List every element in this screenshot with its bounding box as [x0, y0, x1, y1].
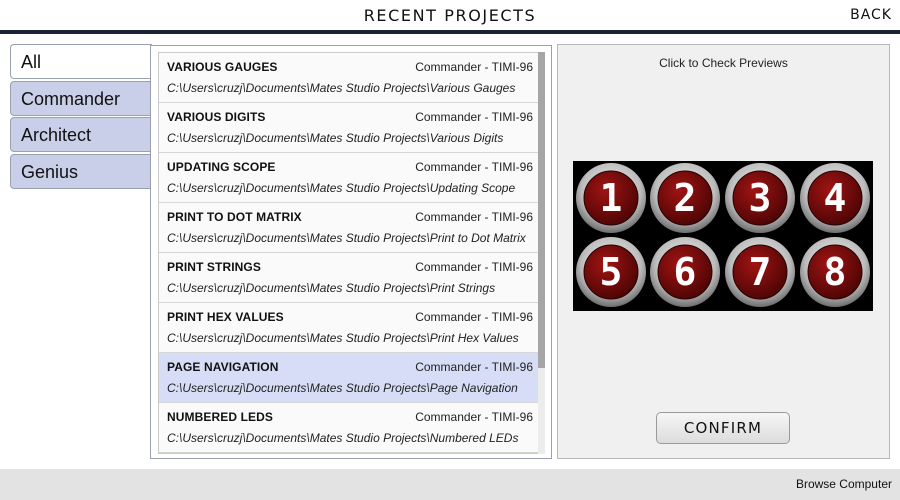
project-row[interactable]: PRINT STRINGS Commander - TIMI-96 C:\Use…	[159, 253, 538, 303]
project-preview-image[interactable]: 1 2 3 4 5 6 7 8	[573, 161, 873, 311]
tab-genius[interactable]: Genius	[10, 154, 151, 189]
project-row[interactable]: UPDATING SCOPE Commander - TIMI-96 C:\Us…	[159, 153, 538, 203]
project-title: PRINT HEX VALUES	[167, 310, 284, 324]
back-button[interactable]: BACK	[850, 7, 892, 23]
button-4-icon: 4	[800, 163, 870, 233]
project-title: UPDATING SCOPE	[167, 160, 276, 174]
project-device: Commander - TIMI-96	[415, 210, 533, 224]
tab-label: Genius	[21, 162, 79, 182]
button-number: 4	[824, 176, 847, 220]
project-path: C:\Users\cruzj\Documents\Mates Studio Pr…	[167, 181, 516, 195]
project-row-selected[interactable]: PAGE NAVIGATION Commander - TIMI-96 C:\U…	[159, 353, 538, 403]
button-number: 1	[600, 176, 623, 220]
project-path: C:\Users\cruzj\Documents\Mates Studio Pr…	[167, 281, 496, 295]
button-number: 6	[674, 250, 697, 294]
project-title: PRINT TO DOT MATRIX	[167, 210, 302, 224]
tab-all[interactable]: All	[10, 44, 152, 79]
tab-label: Architect	[21, 125, 92, 145]
project-title: VARIOUS DIGITS	[167, 110, 266, 124]
project-title: PRINT STRINGS	[167, 260, 261, 274]
tab-label: All	[21, 52, 42, 72]
recent-projects-screen: RECENT PROJECTS BACK All Commander Archi…	[0, 0, 900, 500]
button-6-icon: 6	[650, 237, 720, 307]
confirm-button[interactable]: CONFIRM	[656, 412, 790, 444]
project-path: C:\Users\cruzj\Documents\Mates Studio Pr…	[167, 81, 516, 95]
button-2-icon: 2	[650, 163, 720, 233]
project-device: Commander - TIMI-96	[415, 160, 533, 174]
tab-label: Commander	[21, 89, 121, 109]
project-path: C:\Users\cruzj\Documents\Mates Studio Pr…	[167, 431, 519, 445]
button-1-icon: 1	[576, 163, 646, 233]
project-device: Commander - TIMI-96	[415, 310, 533, 324]
scrollbar-thumb[interactable]	[538, 52, 545, 368]
project-list-panel: VARIOUS GAUGES Commander - TIMI-96 C:\Us…	[150, 45, 552, 459]
project-device: Commander - TIMI-96	[415, 260, 533, 274]
numbered-buttons-preview: 1 2 3 4 5 6 7 8	[576, 163, 870, 307]
button-number: 7	[749, 250, 772, 294]
list-scrollbar[interactable]	[538, 52, 545, 454]
header-divider	[0, 30, 900, 34]
project-device: Commander - TIMI-96	[415, 110, 533, 124]
project-path: C:\Users\cruzj\Documents\Mates Studio Pr…	[167, 131, 504, 145]
browse-computer-link[interactable]: Browse Computer	[796, 477, 892, 491]
button-3-icon: 3	[725, 163, 795, 233]
project-device: Commander - TIMI-96	[415, 410, 533, 424]
project-device: Commander - TIMI-96	[415, 360, 533, 374]
page-title: RECENT PROJECTS	[363, 6, 537, 25]
project-list[interactable]: VARIOUS GAUGES Commander - TIMI-96 C:\Us…	[158, 52, 538, 454]
button-number: 8	[824, 250, 847, 294]
project-title: NUMBERED LEDS	[167, 410, 273, 424]
tab-architect[interactable]: Architect	[10, 117, 151, 152]
button-7-icon: 7	[725, 237, 795, 307]
tab-commander[interactable]: Commander	[10, 81, 151, 116]
button-number: 5	[600, 250, 623, 294]
project-title: VARIOUS GAUGES	[167, 60, 278, 74]
project-device: Commander - TIMI-96	[415, 60, 533, 74]
button-5-icon: 5	[576, 237, 646, 307]
project-row[interactable]: VARIOUS GAUGES Commander - TIMI-96 C:\Us…	[159, 53, 538, 103]
project-row[interactable]: NUMBERED LEDS Commander - TIMI-96 C:\Use…	[159, 403, 538, 453]
button-number: 2	[674, 176, 697, 220]
project-row[interactable]: VARIOUS DIGITS Commander - TIMI-96 C:\Us…	[159, 103, 538, 153]
footer-bar: Browse Computer	[0, 469, 900, 500]
project-row[interactable]: PRINT TO DOT MATRIX Commander - TIMI-96 …	[159, 203, 538, 253]
project-row[interactable]: PRINT HEX VALUES Commander - TIMI-96 C:\…	[159, 303, 538, 353]
preview-panel: Click to Check Previews 1 2 3 4 5 6 7 8 …	[557, 44, 890, 459]
project-path: C:\Users\cruzj\Documents\Mates Studio Pr…	[167, 231, 526, 245]
project-title: PAGE NAVIGATION	[167, 360, 279, 374]
button-number: 3	[749, 176, 772, 220]
header: RECENT PROJECTS BACK	[0, 0, 900, 34]
button-8-icon: 8	[800, 237, 870, 307]
project-path: C:\Users\cruzj\Documents\Mates Studio Pr…	[167, 331, 519, 345]
preview-caption: Click to Check Previews	[659, 56, 788, 70]
project-path: C:\Users\cruzj\Documents\Mates Studio Pr…	[167, 381, 518, 395]
